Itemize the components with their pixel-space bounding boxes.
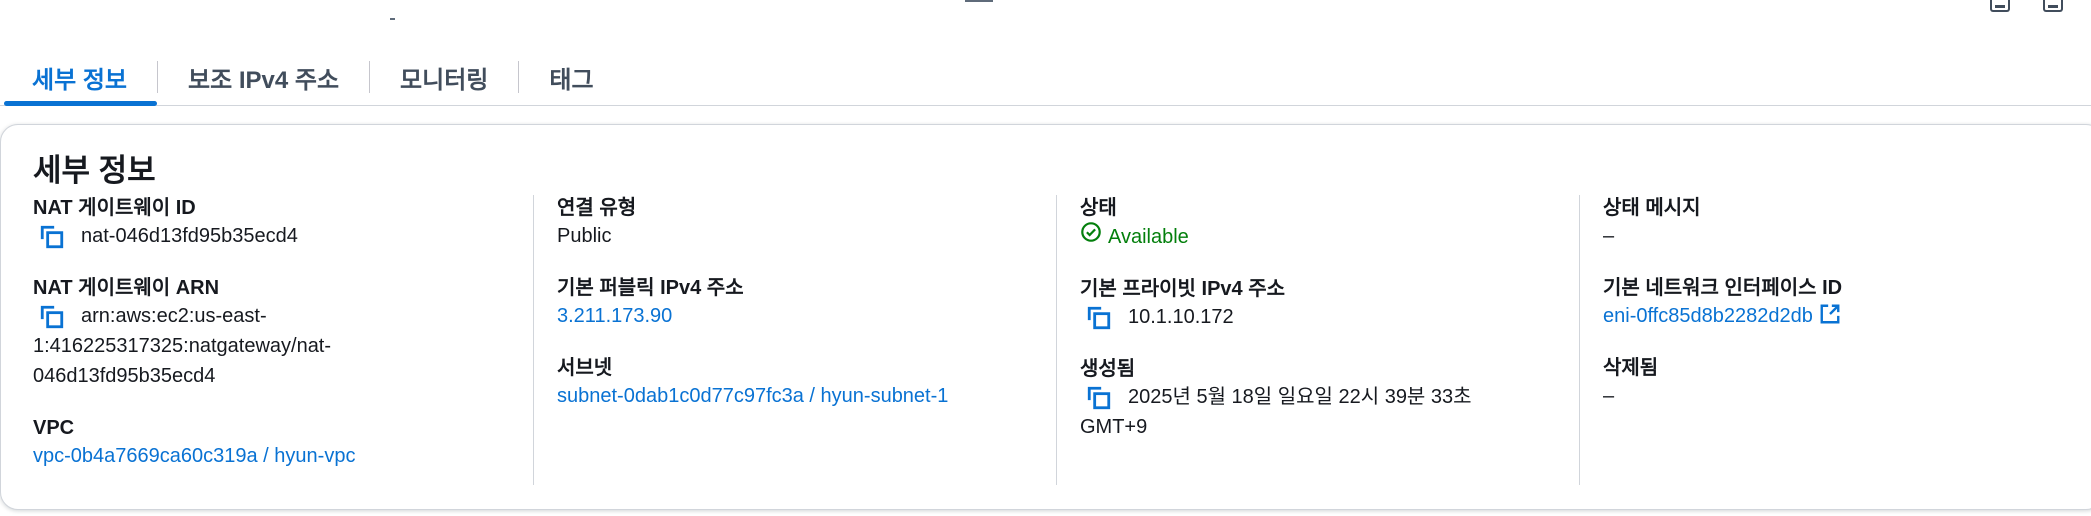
- created-value-line2: GMT+9: [1080, 416, 1148, 438]
- state-message-label: 상태 메시지: [1603, 197, 1701, 219]
- nat-id-value: nat-046d13fd95b35ecd4: [81, 225, 298, 247]
- vpc-field: VPC vpc-0b4a7669ca60c319a / hyun-vpc: [33, 415, 533, 471]
- tab-details[interactable]: 세부 정보: [0, 52, 157, 106]
- vpc-link[interactable]: vpc-0b4a7669ca60c319a / hyun-vpc: [33, 441, 533, 471]
- window-icon[interactable]: [1990, 0, 2010, 12]
- state-field: 상태 Available: [1080, 195, 1580, 252]
- deleted-label: 삭제됨: [1603, 357, 1659, 379]
- state-value: Available: [1108, 225, 1189, 248]
- public-ip-link[interactable]: 3.211.173.90: [557, 301, 1057, 331]
- copy-icon[interactable]: [1086, 385, 1112, 411]
- connection-type-label: 연결 유형: [557, 197, 637, 219]
- created-row: 2025년 5월 18일 일요일 22시 39분 33초: [1080, 382, 1580, 412]
- state-message-value: –: [1603, 225, 1615, 247]
- external-link-icon[interactable]: [1819, 303, 1841, 325]
- column-1: NAT 게이트웨이 ID nat-046d13fd95b35ecd4 NAT 게…: [1, 195, 533, 485]
- deleted-field: 삭제됨 –: [1603, 355, 2091, 411]
- state-label: 상태: [1080, 197, 1117, 219]
- subnet-link[interactable]: subnet-0dab1c0d77c97fc3a / hyun-subnet-1: [557, 381, 1057, 411]
- public-ip-label: 기본 퍼블릭 IPv4 주소: [557, 277, 744, 299]
- column-4: 상태 메시지 – 기본 네트워크 인터페이스 ID eni-0ffc85d8b2…: [1579, 195, 2091, 485]
- nat-id-field: NAT 게이트웨이 ID nat-046d13fd95b35ecd4: [33, 195, 533, 251]
- eni-link[interactable]: eni-0ffc85d8b2282d2db: [1603, 305, 1813, 327]
- top-dash-mark: [390, 18, 395, 20]
- nat-arn-value-line3: 046d13fd95b35ecd4: [33, 365, 216, 387]
- connection-type-value: Public: [557, 225, 612, 247]
- subnet-label: 서브넷: [557, 357, 613, 379]
- tab-monitoring[interactable]: 모니터링: [370, 52, 518, 102]
- tab-bar: 세부 정보 보조 IPv4 주소 모니터링 태그: [0, 52, 2091, 106]
- copy-icon[interactable]: [1086, 305, 1112, 331]
- nat-arn-value-line1: arn:aws:ec2:us-east-: [81, 305, 267, 327]
- private-ip-label: 기본 프라이빗 IPv4 주소: [1080, 278, 1286, 300]
- state-status: Available: [1080, 221, 1189, 252]
- panel-title: 세부 정보: [33, 153, 156, 188]
- tab-tags[interactable]: 태그: [519, 52, 623, 102]
- connection-type-field: 연결 유형 Public: [557, 195, 1057, 251]
- nat-id-row: nat-046d13fd95b35ecd4: [33, 221, 533, 251]
- top-dash-mark: [965, 0, 993, 2]
- copy-icon[interactable]: [39, 224, 65, 250]
- created-label: 생성됨: [1080, 358, 1136, 380]
- subnet-field: 서브넷 subnet-0dab1c0d77c97fc3a / hyun-subn…: [557, 355, 1057, 411]
- nat-id-label: NAT 게이트웨이 ID: [33, 197, 196, 219]
- private-ip-field: 기본 프라이빗 IPv4 주소 10.1.10.172: [1080, 276, 1580, 332]
- copy-icon[interactable]: [39, 304, 65, 330]
- nat-arn-label: NAT 게이트웨이 ARN: [33, 277, 220, 299]
- private-ip-value: 10.1.10.172: [1128, 306, 1234, 328]
- check-circle-icon: [1080, 221, 1102, 252]
- nat-arn-value-line2: 1:416225317325:natgateway/nat-: [33, 335, 332, 357]
- window-icon[interactable]: [2043, 0, 2063, 12]
- private-ip-row: 10.1.10.172: [1080, 302, 1580, 332]
- nat-arn-field: NAT 게이트웨이 ARN arn:aws:ec2:us-east- 1:416…: [33, 275, 533, 391]
- deleted-value: –: [1603, 385, 1615, 407]
- eni-field: 기본 네트워크 인터페이스 ID eni-0ffc85d8b2282d2db: [1603, 275, 2091, 331]
- state-message-field: 상태 메시지 –: [1603, 195, 2091, 251]
- nat-arn-row: arn:aws:ec2:us-east-: [33, 301, 533, 331]
- column-3: 상태 Available 기본 프라이빗 IPv4 주소 10.1.10.172: [1056, 195, 1580, 485]
- eni-label: 기본 네트워크 인터페이스 ID: [1603, 277, 1843, 299]
- created-value-line1: 2025년 5월 18일 일요일 22시 39분 33초: [1128, 386, 1472, 408]
- vpc-label: VPC: [33, 417, 75, 439]
- column-2: 연결 유형 Public 기본 퍼블릭 IPv4 주소 3.211.173.90…: [533, 195, 1057, 485]
- tab-secondary-ipv4[interactable]: 보조 IPv4 주소: [158, 52, 369, 102]
- public-ip-field: 기본 퍼블릭 IPv4 주소 3.211.173.90: [557, 275, 1057, 331]
- eni-row: eni-0ffc85d8b2282d2db: [1603, 301, 2091, 331]
- details-panel: 세부 정보 NAT 게이트웨이 ID nat-046d13fd95b35ecd4…: [0, 124, 2091, 510]
- created-field: 생성됨 2025년 5월 18일 일요일 22시 39분 33초 GMT+9: [1080, 356, 1580, 442]
- details-columns: NAT 게이트웨이 ID nat-046d13fd95b35ecd4 NAT 게…: [1, 195, 2091, 485]
